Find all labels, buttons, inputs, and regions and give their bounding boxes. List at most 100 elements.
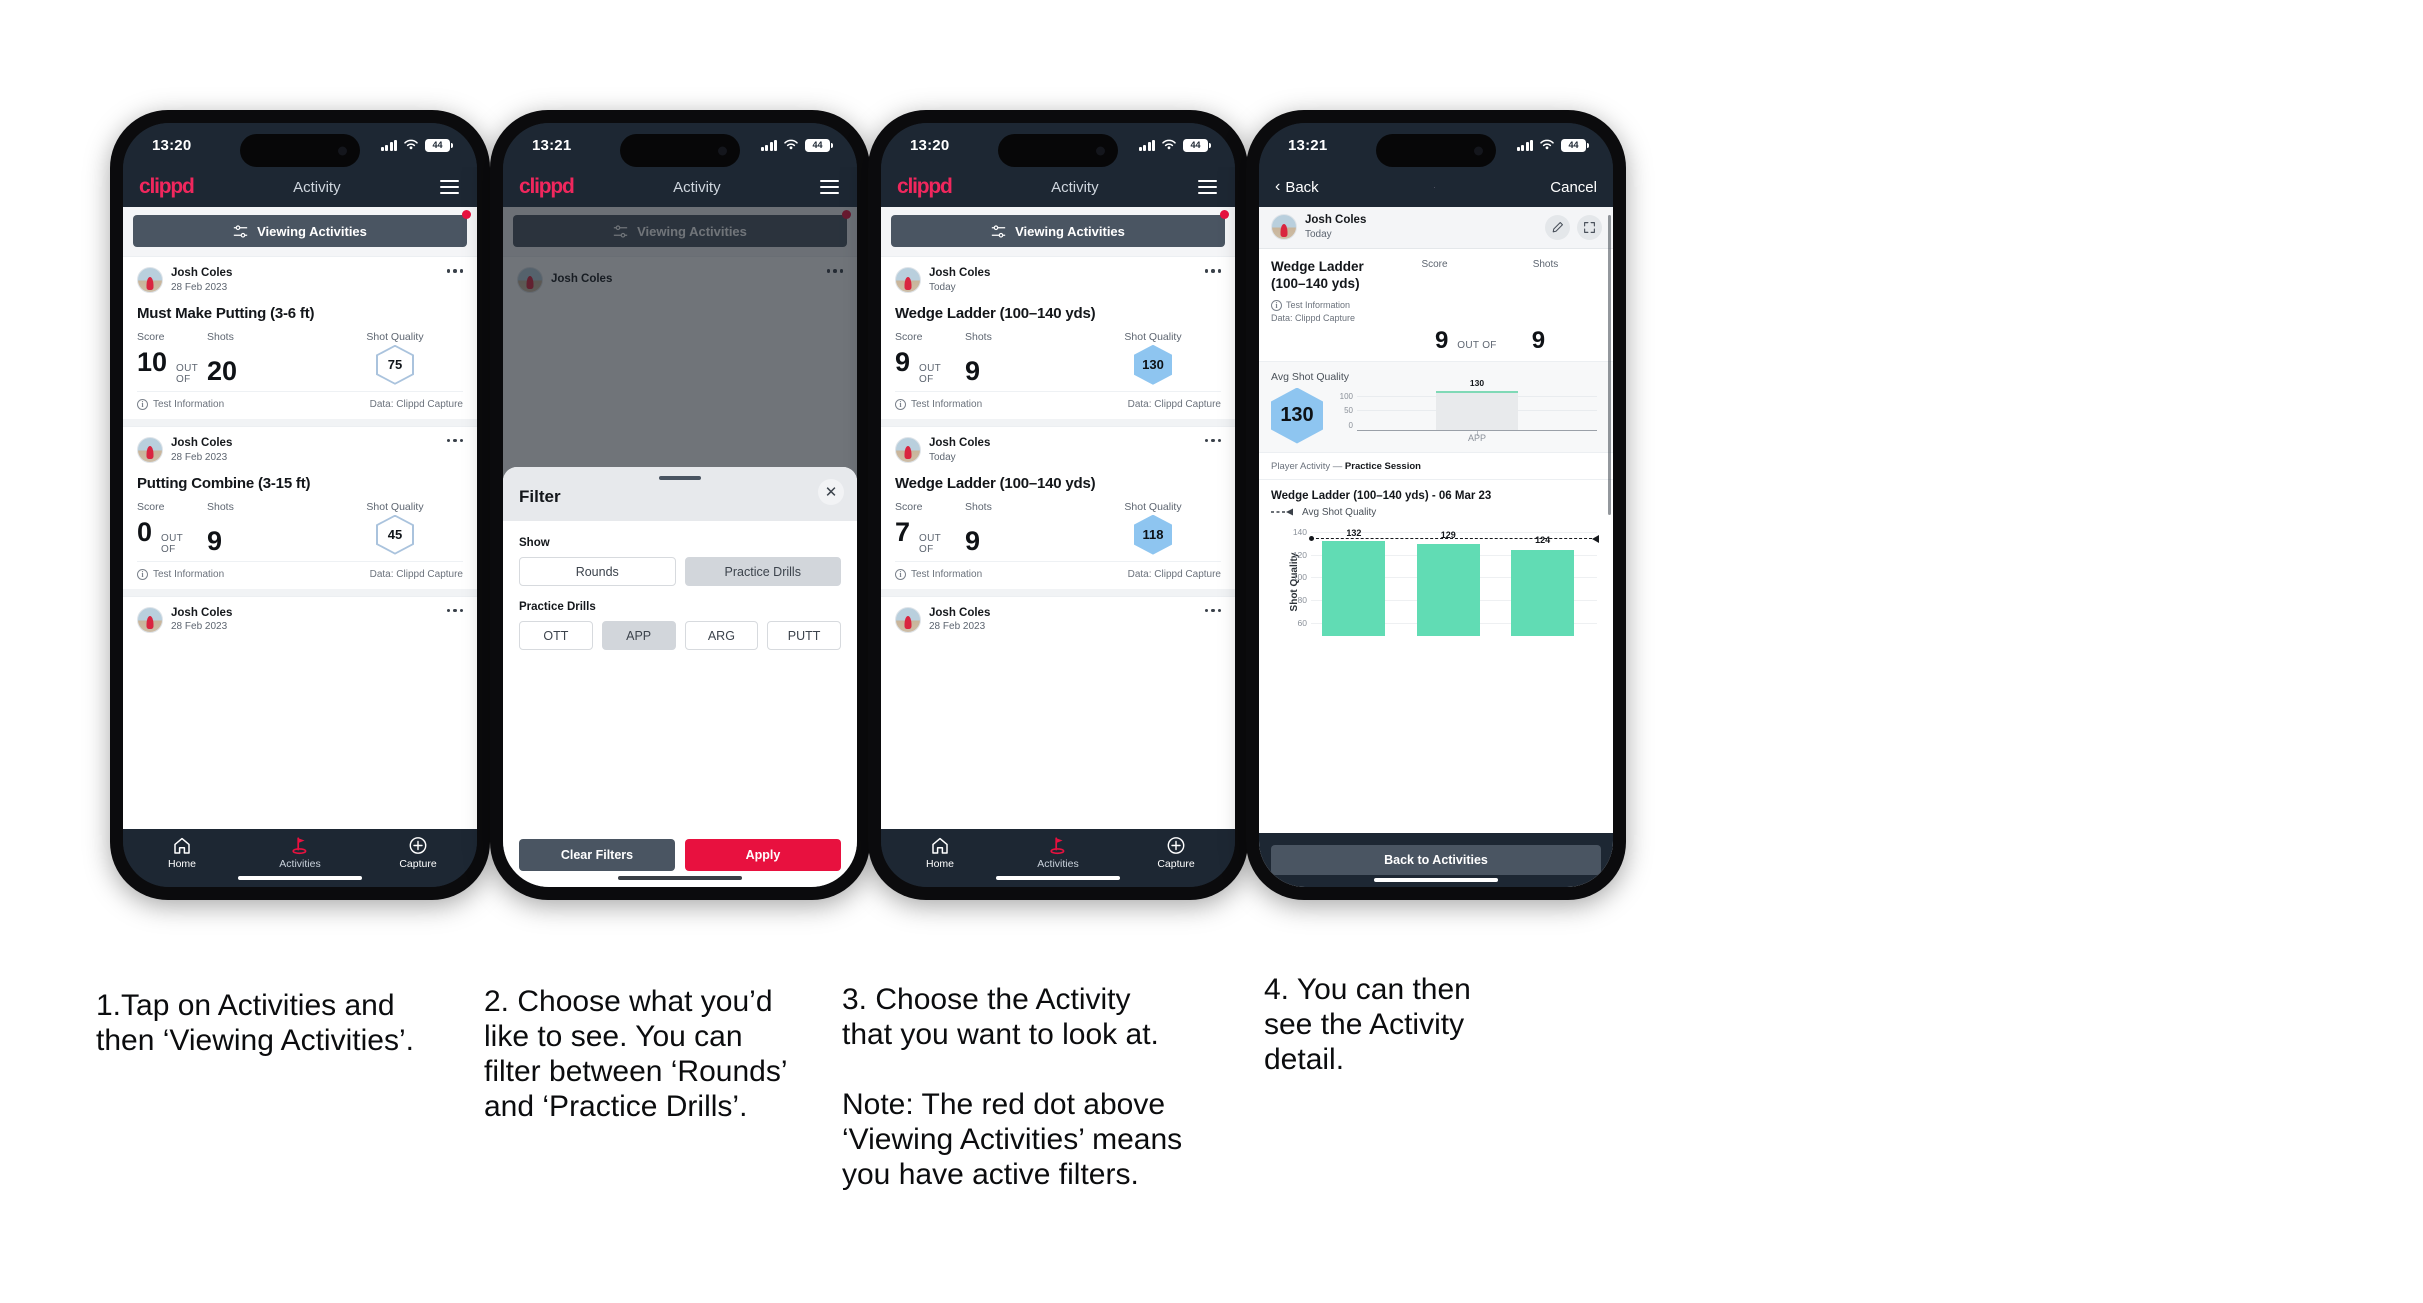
activity-card[interactable]: Josh Coles 28 Feb 2023 Must Make Putting… [123,256,477,419]
mini-ytick: 100 [1339,391,1353,401]
menu-icon[interactable] [1198,179,1217,195]
shots-value: 9 [207,525,223,556]
activity-title: Wedge Ladder (100–140 yds) [895,304,1096,322]
out-of-label: OUT OF [919,362,941,385]
filter-chip-app[interactable]: APP [601,621,676,650]
expand-icon[interactable] [1577,215,1602,240]
scrollbar[interactable] [1608,215,1611,515]
card-menu-icon[interactable] [446,269,463,273]
shot-quality-chart-panel: Wedge Ladder (100–140 yds) - 06 Mar 23 A… [1259,479,1613,636]
home-indicator [996,875,1120,880]
back-button[interactable]: ‹ Back [1275,179,1319,196]
phone-3: 13:20 44 clippd Activity Viewing Activit… [868,110,1248,900]
notch [998,134,1118,167]
front-camera-icon [338,146,347,155]
phone-4: 13:21 44 ‹ Back · Cancel Josh Coles Toda… [1246,110,1626,900]
activity-date: 28 Feb 2023 [929,621,986,633]
card-menu-icon[interactable] [1204,608,1221,613]
activity-title: Putting Combine (3-15 ft) [137,474,311,492]
chart-plot-area: 132 129 124 [1309,527,1599,636]
phone-2: 13:21 44 clippd Activity Filter ✕ Show R… [490,110,870,900]
tab-activities-label: Activities [279,858,321,870]
avatar [895,267,921,294]
menu-icon[interactable] [440,179,459,195]
activity-card[interactable]: Josh Coles 28 Feb 2023 Putting Combine (… [123,425,477,589]
tab-capture[interactable]: Capture [1117,836,1235,870]
close-icon[interactable]: ✕ [818,479,844,505]
chart-title: Wedge Ladder (100–140 yds) - 06 Mar 23 [1271,489,1492,502]
legend-label: Avg Shot Quality [1302,506,1377,518]
notch [240,134,360,167]
tab-home[interactable]: Home [881,836,999,870]
filter-sheet-body: Show Rounds Practice Drills Practice Dri… [503,521,857,839]
shot-quality-hex: 45 [376,514,414,555]
shot-quality-value: 75 [378,346,412,383]
clippd-logo: clippd [139,175,195,198]
ytick: 60 [1297,617,1307,628]
card-divider [123,588,477,596]
chip-label: PUTT [787,628,821,643]
shot-quality-label: Shot Quality [1124,500,1182,513]
test-information-label: Test Information [153,398,225,410]
drag-handle[interactable] [659,476,701,480]
card-menu-icon[interactable] [446,438,463,443]
clear-filters-button[interactable]: Clear Filters [519,839,675,871]
wifi-icon [784,139,798,150]
menu-icon[interactable] [820,179,839,195]
viewing-activities-button[interactable]: Viewing Activities [891,215,1225,247]
wifi-icon [1162,139,1176,150]
data-source-label: Data: Clippd Capture [1127,398,1221,410]
tab-home[interactable]: Home [123,836,241,870]
chevron-left-icon: ‹ [1275,178,1281,195]
card-menu-icon[interactable] [446,608,463,613]
activity-date: Today [929,451,956,463]
activity-card[interactable]: Josh Coles 28 Feb 2023 [881,595,1235,634]
plus-circle-icon [409,837,427,854]
shot-quality-value: 45 [378,516,412,553]
app-header: clippd Activity [881,167,1235,207]
home-indicator [618,875,742,880]
apply-button[interactable]: Apply [685,839,841,871]
filter-chip-ott[interactable]: OTT [519,621,593,650]
bar-label-1: 132 [1346,527,1362,538]
viewing-activities-button[interactable]: Viewing Activities [133,215,467,247]
activity-card[interactable]: Josh Coles 28 Feb 2023 [123,595,477,634]
card-menu-icon[interactable] [1204,438,1221,443]
card-menu-icon[interactable] [1204,269,1221,273]
tab-capture[interactable]: Capture [359,836,477,870]
cancel-button[interactable]: Cancel [1550,179,1597,196]
filter-chip-putt[interactable]: PUTT [767,621,841,650]
pencil-icon[interactable] [1545,215,1570,240]
shot-quality-label: Shot Quality [1124,330,1182,343]
back-to-activities-button[interactable]: Back to Activities [1271,845,1601,875]
tab-capture-label: Capture [399,858,437,870]
back-to-activities-label: Back to Activities [1384,853,1488,867]
filter-chip-rounds[interactable]: Rounds [519,557,676,586]
tab-activities[interactable]: Activities [241,836,359,870]
section-label: Player Activity — Practice Session [1259,451,1613,480]
status-time: 13:20 [910,136,950,154]
avg-shot-quality-hex: 130 [1271,387,1323,444]
activity-card[interactable]: Josh Coles Today Wedge Ladder (100–140 y… [881,425,1235,589]
detail-nav-bar: ‹ Back · Cancel [1259,167,1613,207]
info-icon: i [1271,299,1282,311]
plus-circle-icon [1167,837,1185,854]
filter-title: Filter [519,487,561,506]
shot-quality-label: Shot Quality [366,330,424,343]
viewing-activities-label: Viewing Activities [257,223,367,239]
score-value: 0 [137,516,153,547]
bar-label-3: 124 [1535,535,1551,546]
chip-label: OTT [543,628,569,643]
apply-label: Apply [745,848,781,862]
filter-chip-arg[interactable]: ARG [684,621,759,650]
status-time: 13:20 [152,136,192,154]
filter-chip-practice-drills[interactable]: Practice Drills [684,557,841,586]
home-indicator [1374,877,1498,882]
tab-activities[interactable]: Activities [999,836,1117,870]
filter-sheet: Filter ✕ Show Rounds Practice Drills Pra… [503,467,857,887]
wifi-icon [1540,139,1554,150]
shots-label: Shots [965,500,992,513]
activity-card[interactable]: Josh Coles Today Wedge Ladder (100–140 y… [881,256,1235,419]
avatar [895,437,921,464]
user-name: Josh Coles [929,436,991,449]
